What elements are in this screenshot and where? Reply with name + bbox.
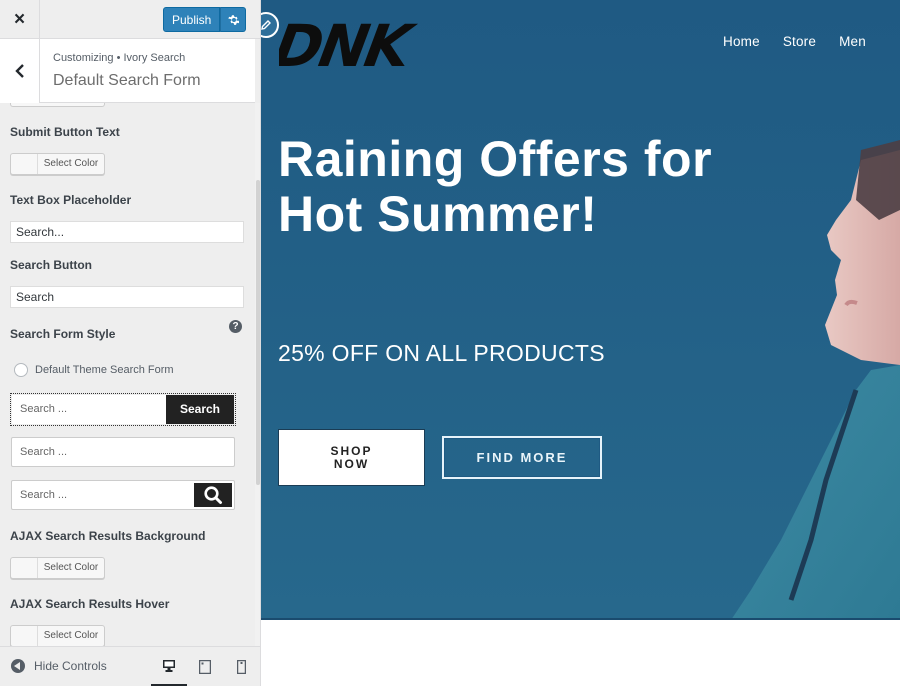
shop-now-label: SHOP NOW	[330, 443, 373, 471]
edit-shortcut-button[interactable]	[261, 12, 279, 38]
preview-mobile-button[interactable]	[223, 647, 259, 686]
search-icon	[204, 486, 222, 504]
close-icon: ×	[13, 8, 26, 30]
style-option-default-theme[interactable]: Default Theme Search Form	[14, 363, 174, 377]
search-button-label: Search Button	[10, 258, 93, 272]
submit-button-color-picker[interactable]: Select Color	[10, 153, 105, 175]
find-more-button[interactable]: FIND MORE	[442, 436, 602, 479]
help-icon[interactable]: ?	[229, 320, 242, 333]
submit-button-text-label: Submit Button Text	[10, 125, 120, 139]
customizer-footer: Hide Controls	[0, 646, 260, 686]
preview-tablet-button[interactable]	[187, 647, 223, 686]
publish-button[interactable]: Publish	[163, 7, 220, 32]
ajax-hover-color-picker[interactable]: Select Color	[10, 625, 105, 646]
publish-group: Publish	[163, 7, 246, 32]
text-box-placeholder-input[interactable]: Search...	[10, 221, 244, 243]
style-option-icon-button[interactable]: Search ...	[11, 480, 235, 510]
customizer-sidebar: × Publish Customizing • Ivory Search Def…	[0, 0, 261, 686]
radio-label: Default Theme Search Form	[35, 364, 174, 376]
publish-settings-button[interactable]	[220, 7, 246, 32]
search-button-input[interactable]: Search	[10, 286, 244, 308]
search-icon-button-preview	[194, 483, 232, 507]
collapse-icon	[11, 659, 25, 673]
preview-desktop-button[interactable]	[151, 647, 187, 686]
hero-person-image	[732, 140, 900, 618]
radio-button[interactable]	[14, 363, 28, 377]
back-button[interactable]	[0, 39, 40, 103]
select-color-label: Select Color	[43, 158, 99, 169]
section-title-bar: Customizing • Ivory Search Default Searc…	[0, 39, 255, 103]
nav-home[interactable]: Home	[723, 34, 760, 49]
desktop-icon	[163, 659, 175, 672]
select-color-label: Select Color	[43, 630, 99, 641]
logo-text: DNK	[279, 12, 420, 74]
style-option-with-button[interactable]: Search ... Search	[10, 393, 236, 426]
style-option-plain[interactable]: Search ...	[11, 437, 235, 467]
nav-men[interactable]: Men	[839, 34, 866, 49]
ajax-hover-label: AJAX Search Results Hover	[10, 597, 170, 611]
search-form-style-label: Search Form Style	[10, 327, 116, 341]
chevron-left-icon	[14, 64, 24, 78]
color-swatch	[11, 154, 38, 174]
search-placeholder: Search ...	[20, 489, 68, 501]
text-box-placeholder-label: Text Box Placeholder	[10, 193, 132, 207]
nav-store[interactable]: Store	[783, 34, 816, 49]
controls-panel: Submit Button Text Select Color Text Box…	[0, 103, 255, 646]
site-preview: DNK Home Store Men Raining Offers for Ho…	[261, 0, 900, 686]
hero-title: Raining Offers for Hot Summer!	[278, 131, 713, 242]
section-title: Default Search Form	[53, 72, 201, 89]
tablet-icon	[199, 660, 211, 674]
shop-now-button[interactable]: SHOP NOW	[278, 429, 425, 486]
pencil-icon	[261, 20, 271, 30]
search-placeholder: Search ...	[20, 403, 68, 415]
color-swatch	[11, 558, 38, 578]
select-color-label: Select Color	[43, 562, 99, 573]
gear-icon	[228, 14, 239, 25]
mobile-icon	[236, 660, 246, 674]
ajax-bg-label: AJAX Search Results Background	[10, 529, 206, 543]
breadcrumb: Customizing • Ivory Search	[53, 52, 186, 64]
search-placeholder: Search ...	[20, 446, 68, 458]
main-nav: Home Store Men	[723, 34, 889, 49]
hero-subtitle: 25% OFF ON ALL PRODUCTS	[278, 340, 605, 366]
partial-color-picker[interactable]	[10, 103, 105, 107]
search-button-preview: Search	[166, 395, 234, 424]
site-logo[interactable]: DNK	[269, 12, 431, 79]
hide-controls-label: Hide Controls	[34, 659, 107, 673]
scrollbar-thumb[interactable]	[256, 180, 260, 485]
customizer-header: × Publish	[0, 0, 260, 39]
hide-controls-button[interactable]: Hide Controls	[11, 659, 107, 673]
hero-banner: DNK Home Store Men Raining Offers for Ho…	[261, 0, 900, 620]
color-swatch	[11, 626, 38, 646]
ajax-bg-color-picker[interactable]: Select Color	[10, 557, 105, 579]
close-customizer-button[interactable]: ×	[0, 0, 40, 39]
